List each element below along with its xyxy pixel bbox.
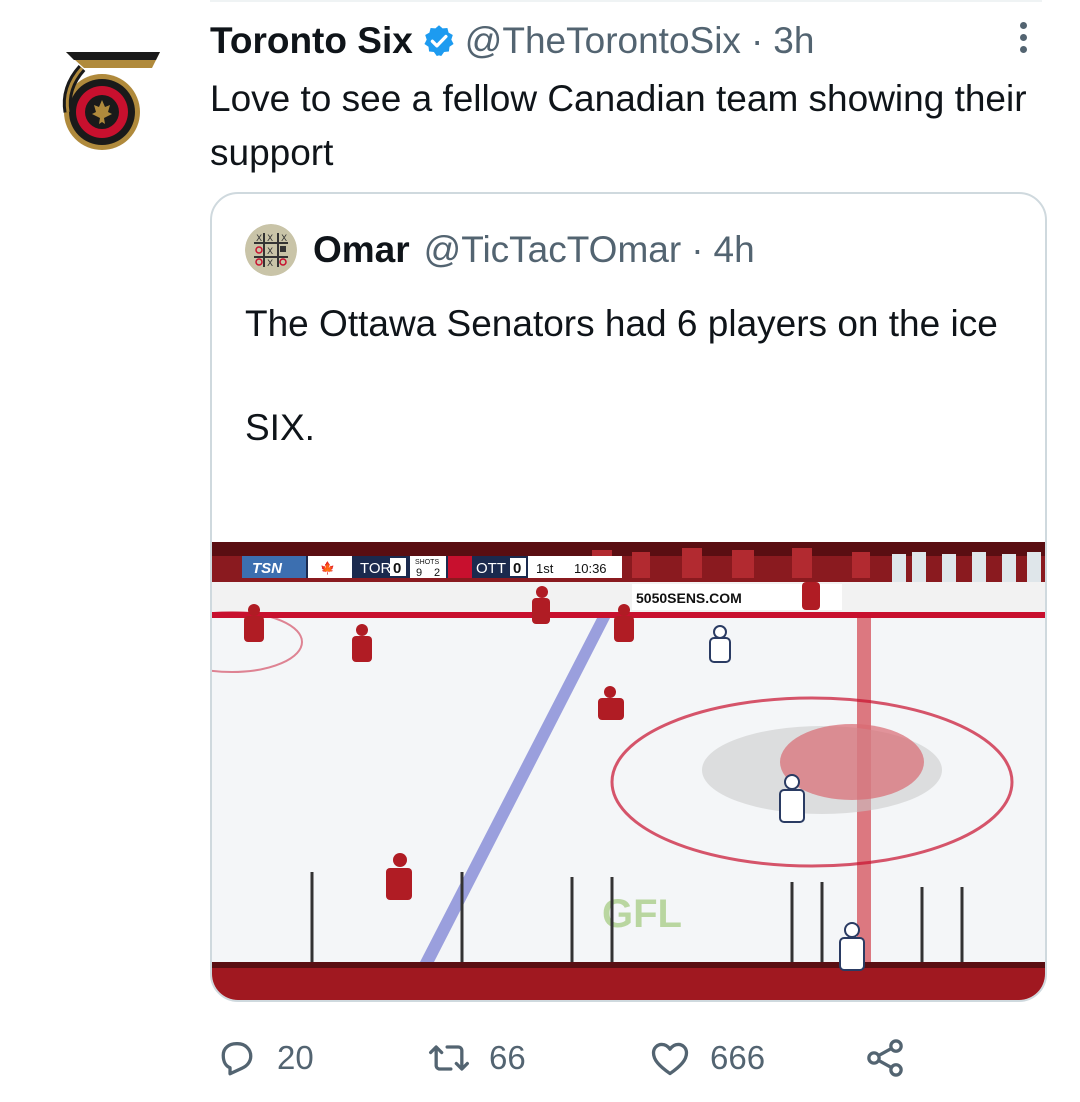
home-score: 0 (393, 560, 401, 577)
shots-label: SHOTS (415, 559, 439, 566)
away-team: OTT (476, 560, 506, 577)
board-ad-text: 5050SENS.COM (636, 590, 742, 606)
retweet-icon (429, 1045, 469, 1071)
quoted-tweet-header: X X X X X Omar @TicTacTOmar · 4h (245, 224, 755, 276)
svg-text:🍁: 🍁 (320, 561, 335, 575)
share-button[interactable] (863, 1032, 925, 1084)
reply-button[interactable]: 20 (215, 1032, 314, 1084)
away-shots: 2 (434, 567, 440, 579)
svg-text:X: X (281, 234, 287, 244)
svg-text:X: X (267, 259, 273, 269)
quoted-author-handle[interactable]: @TicTacTOmar (424, 229, 682, 271)
tweet-action-bar: 20 66 666 (215, 1032, 915, 1084)
quoted-tweet-timestamp[interactable]: 4h (714, 229, 755, 271)
quoted-header-separator: · (691, 229, 704, 270)
retweet-count: 66 (489, 1039, 526, 1076)
tweet-timestamp[interactable]: 3h (773, 20, 814, 62)
game-clock: 10:36 (574, 561, 607, 576)
reply-icon (221, 1042, 253, 1076)
more-options-icon[interactable] (1016, 22, 1030, 58)
quoted-text-line: The Ottawa Senators had 6 players on the… (245, 303, 998, 344)
broadcaster-logo: TSN (252, 560, 283, 577)
author-handle[interactable]: @TheTorontoSix (465, 20, 741, 62)
verified-badge-icon (421, 23, 457, 59)
home-team: TOR (360, 560, 392, 577)
like-button[interactable]: 666 (648, 1032, 765, 1084)
like-count: 666 (710, 1039, 766, 1076)
ice-ad-text: GFL (602, 892, 682, 936)
quoted-tweet-video[interactable]: 5050SENS.COM GFL TSN 🍁 TOR 0 SHOTS 9 2 O… (212, 542, 1045, 1000)
quoted-tweet-card[interactable]: X X X X X Omar @TicTacTOmar · 4h The Ott… (210, 192, 1047, 1002)
tweet-header: Toronto Six @TheTorontoSix · 3h (210, 18, 814, 64)
home-shots: 9 (416, 567, 422, 579)
quoted-author-name[interactable]: Omar (313, 229, 410, 271)
quoted-text-line: SIX. (245, 407, 315, 448)
tweet-text: Love to see a fellow Canadian team showi… (210, 78, 1027, 173)
top-divider (210, 0, 1042, 2)
reply-count: 20 (277, 1039, 314, 1076)
toronto-six-logo-icon[interactable] (52, 38, 164, 160)
svg-text:X: X (256, 234, 262, 244)
away-score: 0 (513, 560, 521, 577)
score-bug: TSN 🍁 TOR 0 SHOTS 9 2 OTT 0 1st 10:36 (242, 556, 622, 579)
retweet-button[interactable]: 66 (427, 1032, 526, 1084)
tic-tac-toe-avatar-icon[interactable]: X X X X X (245, 224, 297, 276)
heart-icon (651, 1042, 689, 1076)
svg-text:X: X (267, 234, 273, 244)
author-name[interactable]: Toronto Six (210, 20, 413, 62)
quoted-tweet-text: The Ottawa Senators had 6 players on the… (245, 298, 1025, 454)
svg-text:X: X (267, 247, 273, 257)
share-icon (867, 1039, 903, 1077)
header-separator: · (750, 20, 764, 61)
period: 1st (536, 561, 554, 576)
